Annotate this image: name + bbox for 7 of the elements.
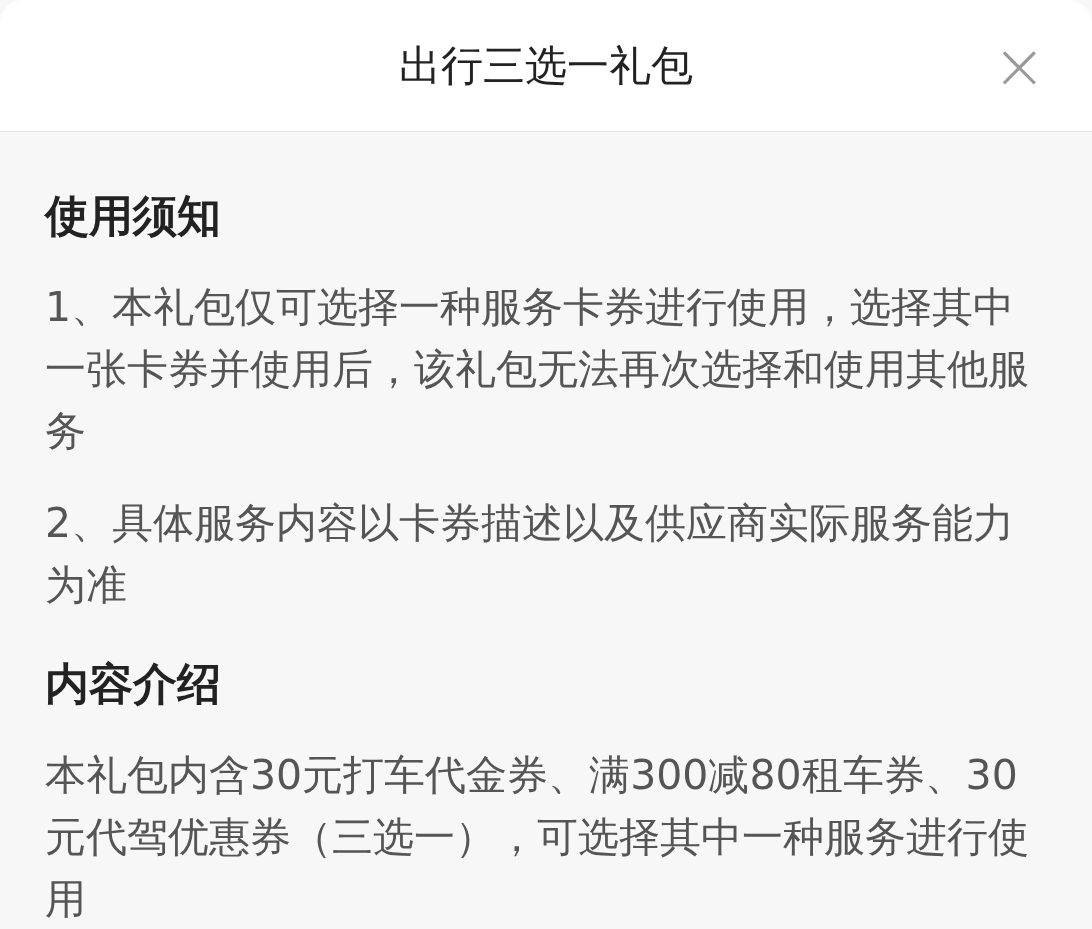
paragraph: 本礼包内含30元打车代金券、满300减80租车券、30元代驾优惠券（三选一），可选择其中一种服务进行使用 <box>45 750 1030 925</box>
dialog-title: 出行三选一礼包 <box>399 40 693 92</box>
paragraph: 2、具体服务内容以卡券描述以及供应商实际服务能力为准 <box>45 498 1016 611</box>
paragraph: 1、本礼包仅可选择一种服务卡券进行使用，选择其中一张卡券并使用后，该礼包无法再次选择和使用其他服务 <box>45 282 1030 457</box>
section-heading: 内容介绍 <box>45 657 222 711</box>
close-button[interactable]: × <box>992 36 1046 96</box>
section-heading: 使用须知 <box>45 189 222 243</box>
